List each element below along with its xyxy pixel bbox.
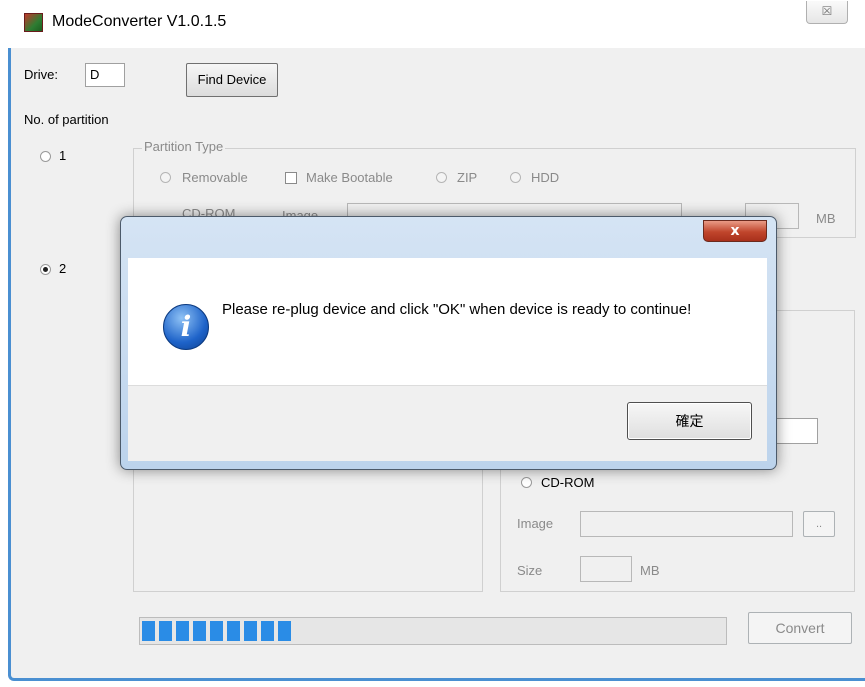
partition-type-title: Partition Type: [142, 139, 226, 154]
progress-segment: [244, 621, 257, 641]
partition-1-radio[interactable]: [40, 151, 51, 162]
find-device-button[interactable]: Find Device: [186, 63, 278, 97]
dialog-message: Please re-plug device and click "OK" whe…: [222, 301, 692, 318]
ok-button[interactable]: 確定: [627, 402, 752, 440]
app-tree-icon: [24, 13, 43, 32]
size-unit-right: MB: [640, 563, 660, 578]
progress-bar: [139, 617, 727, 645]
make-bootable-label: Make Bootable: [306, 170, 393, 185]
size-unit-top: MB: [816, 211, 836, 226]
window-close-button[interactable]: ☒: [806, 1, 848, 24]
cdrom-radio-right[interactable]: [521, 477, 532, 488]
drive-field[interactable]: D: [85, 63, 125, 87]
size-field-right[interactable]: [580, 556, 632, 582]
drive-value: D: [90, 67, 100, 82]
partition-1-label: 1: [59, 148, 67, 163]
progress-segment: [193, 621, 206, 641]
progress-segment: [142, 621, 155, 641]
right-field-hidden[interactable]: [772, 418, 818, 444]
convert-button[interactable]: Convert: [748, 612, 852, 644]
dialog-close-button[interactable]: x: [703, 220, 767, 242]
partition-2-label: 2: [59, 261, 67, 276]
image-label-right: Image: [517, 516, 554, 531]
progress-segment: [227, 621, 240, 641]
window-title: ModeConverter V1.0.1.5: [52, 13, 227, 30]
partition-count-heading: No. of partition: [24, 112, 109, 127]
progress-segment: [278, 621, 291, 641]
progress-segment: [210, 621, 223, 641]
removable-radio[interactable]: [160, 172, 171, 183]
make-bootable-checkbox[interactable]: [285, 172, 297, 184]
cdrom-label-right: CD-ROM: [541, 475, 595, 490]
info-icon: i: [163, 304, 209, 350]
hdd-radio[interactable]: [510, 172, 521, 183]
size-label-right: Size: [517, 563, 543, 578]
progress-segment: [176, 621, 189, 641]
hdd-label: HDD: [531, 170, 560, 185]
image-field-right[interactable]: [580, 511, 793, 537]
zip-radio[interactable]: [436, 172, 447, 183]
image-browse-button[interactable]: ..: [803, 511, 835, 537]
dialog-body: [128, 258, 767, 385]
drive-label: Drive:: [24, 67, 58, 82]
zip-label: ZIP: [457, 170, 478, 185]
removable-label: Removable: [182, 170, 248, 185]
progress-segment: [261, 621, 274, 641]
progress-segment: [159, 621, 172, 641]
partition-2-radio[interactable]: [40, 264, 51, 275]
